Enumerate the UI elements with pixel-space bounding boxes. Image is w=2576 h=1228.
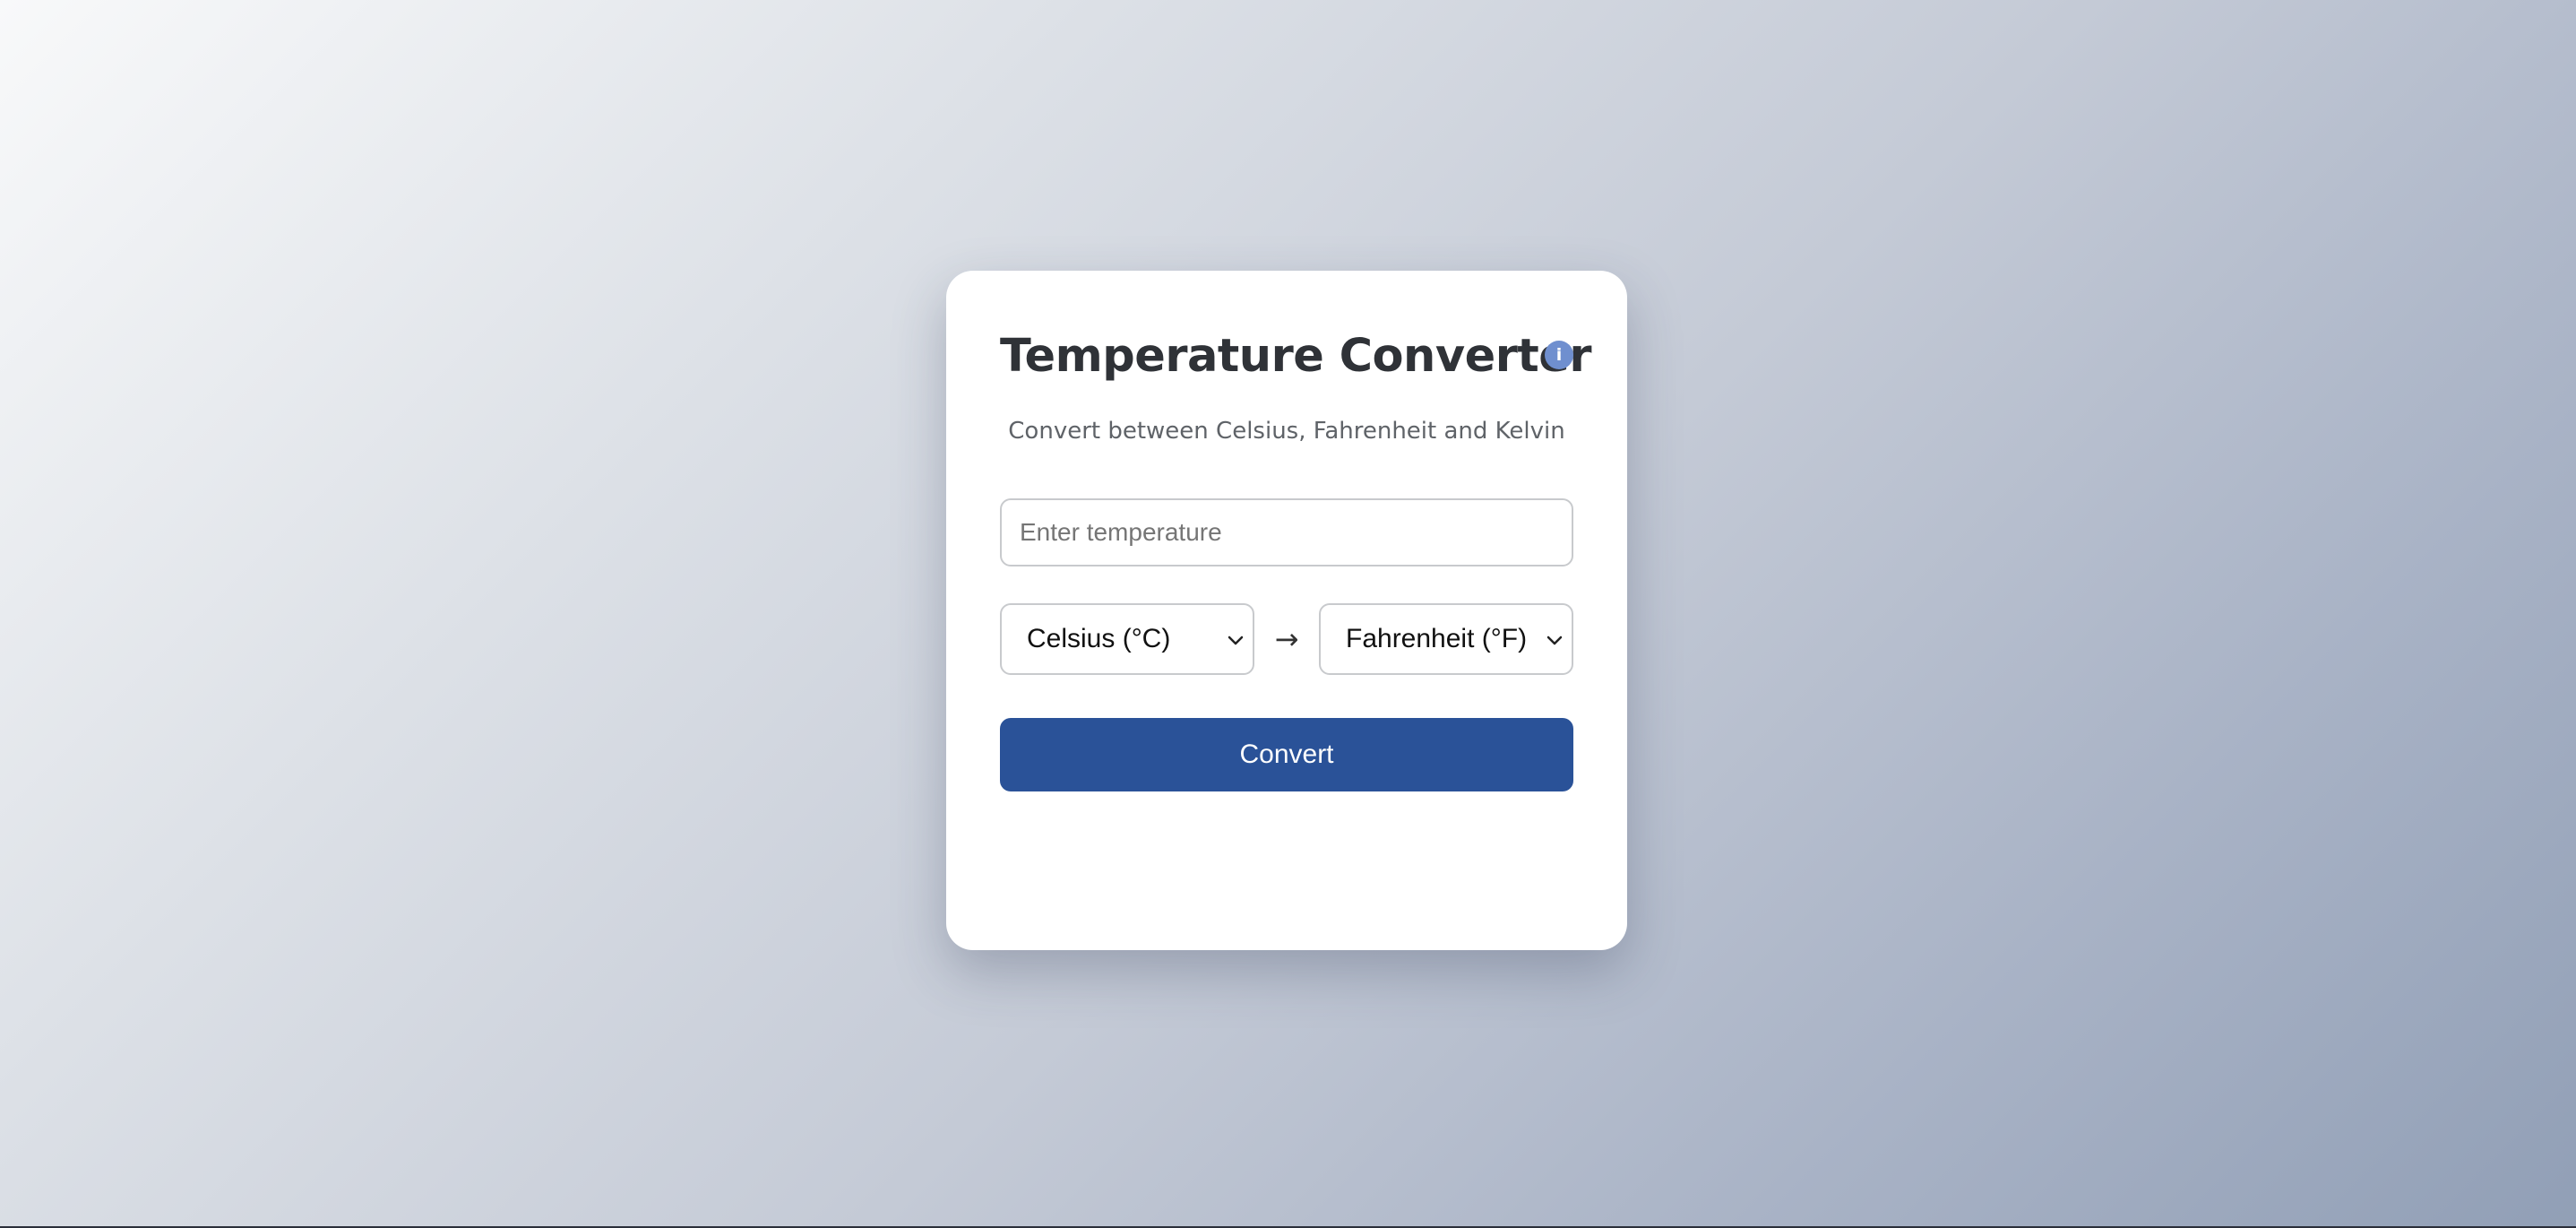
- arrow-right-icon: →: [1274, 622, 1299, 656]
- from-unit-select[interactable]: Celsius (°C): [1000, 603, 1254, 675]
- chevron-down-icon: [1228, 636, 1244, 645]
- chevron-down-icon: [1546, 636, 1563, 645]
- converter-card: Temperature Converter i Convert between …: [946, 271, 1627, 950]
- info-icon[interactable]: i: [1545, 341, 1573, 369]
- page-title: Temperature Converter: [1000, 330, 1591, 383]
- from-unit-value: Celsius (°C): [1027, 624, 1171, 653]
- convert-button[interactable]: Convert: [1000, 718, 1573, 791]
- to-unit-select[interactable]: Fahrenheit (°F): [1319, 603, 1573, 675]
- subtitle: Convert between Celsius, Fahrenheit and …: [1008, 418, 1565, 445]
- temperature-input[interactable]: [1000, 498, 1573, 566]
- to-unit-value: Fahrenheit (°F): [1346, 624, 1528, 653]
